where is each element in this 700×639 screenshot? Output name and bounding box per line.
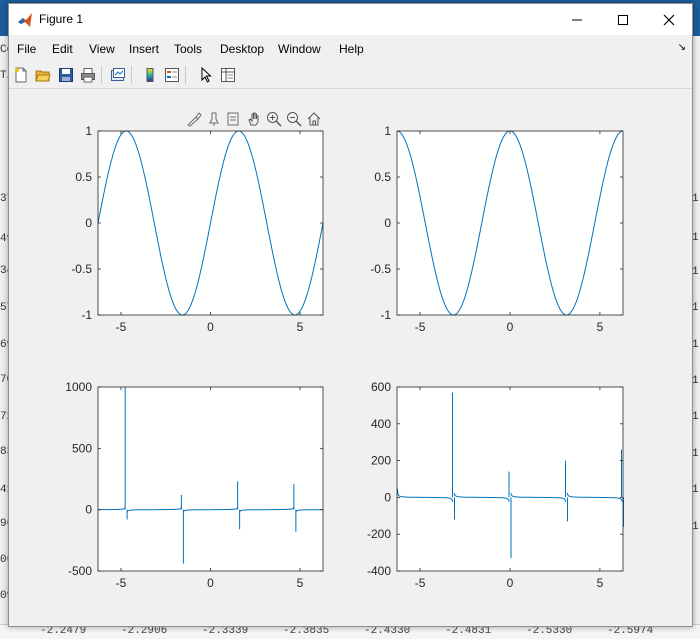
y-tick-label: 1	[85, 124, 92, 138]
y-tick-label: -0.5	[370, 262, 391, 276]
y-tick-label: 0	[384, 490, 391, 504]
printer-icon	[81, 68, 95, 83]
minimize-icon	[572, 19, 582, 20]
x-tick-label: -5	[116, 576, 127, 590]
open-file-button[interactable]	[33, 65, 53, 85]
link-plot-button[interactable]	[108, 65, 128, 85]
property-inspector-icon	[221, 68, 235, 82]
y-tick-label: 600	[371, 380, 391, 394]
x-tick-label: 0	[507, 576, 514, 590]
x-tick-label: -5	[116, 320, 127, 334]
y-tick-label: -1	[81, 308, 92, 322]
y-tick-label: 1000	[65, 380, 92, 394]
toolbar-separator	[131, 66, 132, 84]
save-button[interactable]	[56, 65, 76, 85]
property-inspector-button[interactable]	[218, 65, 238, 85]
toolbar-separator	[185, 66, 186, 84]
open-folder-icon	[35, 70, 51, 82]
print-button[interactable]	[78, 65, 98, 85]
x-tick-label: -5	[415, 320, 426, 334]
close-button[interactable]	[646, 4, 692, 35]
menu-window[interactable]: Window	[278, 42, 321, 56]
x-tick-label: 5	[297, 576, 304, 590]
x-tick-label: 0	[207, 576, 214, 590]
menu-insert[interactable]: Insert	[129, 42, 159, 56]
link-plot-icon	[111, 68, 125, 81]
insert-legend-button[interactable]	[162, 65, 182, 85]
y-tick-label: 0	[85, 216, 92, 230]
y-tick-label: -500	[68, 564, 92, 578]
axes-background	[98, 387, 323, 571]
figure-toolbar	[9, 62, 692, 89]
x-tick-label: 5	[597, 320, 604, 334]
y-tick-label: 0.5	[75, 170, 92, 184]
menu-bar: File Edit View Insert Tools Desktop Wind…	[9, 38, 692, 60]
save-disk-icon	[59, 68, 73, 82]
legend-icon	[165, 68, 179, 82]
figure-canvas: -5 0 5 -1 -0.5 0 0.5 1 -5 0 5 -1 -0.5 0 0.5 1 -5 0 5 -500 0 5…	[9, 90, 692, 626]
axes-background	[397, 387, 623, 571]
y-tick-label: -200	[367, 527, 391, 541]
y-tick-label: -0.5	[71, 262, 92, 276]
new-figure-button[interactable]	[11, 65, 31, 85]
minimize-button[interactable]	[554, 4, 600, 35]
y-tick-label: -400	[367, 564, 391, 578]
menu-desktop[interactable]: Desktop	[220, 42, 264, 56]
y-tick-label: 200	[371, 454, 391, 468]
y-tick-label: 1	[384, 124, 391, 138]
x-tick-label: 5	[597, 576, 604, 590]
x-tick-label: -5	[415, 576, 426, 590]
y-tick-label: -1	[380, 308, 391, 322]
toolbar-separator	[101, 66, 102, 84]
maximize-button[interactable]	[600, 4, 646, 35]
title-bar[interactable]: Figure 1	[9, 4, 692, 35]
window-title: Figure 1	[39, 12, 84, 26]
y-tick-label: 0.5	[374, 170, 391, 184]
colorbar-icon	[146, 68, 154, 82]
x-tick-label: 5	[297, 320, 304, 334]
maximize-icon	[618, 14, 628, 25]
plot-area: -5 0 5-1-0.500.51-5 0 5-1-0.500.51-5 0 5-50005…	[65, 124, 624, 590]
edit-plot-button[interactable]	[196, 65, 216, 85]
close-icon	[663, 14, 675, 25]
figure-window: Figure 1 File Edit View Insert Tools Des…	[8, 3, 693, 627]
menu-help[interactable]: Help	[339, 42, 364, 56]
menu-tools[interactable]: Tools	[174, 42, 202, 56]
arrow-pointer-icon	[201, 67, 212, 83]
y-tick-label: 400	[371, 417, 391, 431]
matlab-logo-icon	[18, 13, 32, 27]
new-file-icon	[15, 67, 27, 83]
y-tick-label: 500	[72, 441, 92, 455]
insert-colorbar-button[interactable]	[140, 65, 160, 85]
y-tick-label: 0	[85, 503, 92, 517]
axes-background	[397, 131, 623, 315]
menu-edit[interactable]: Edit	[52, 42, 73, 56]
dock-figure-icon[interactable]: ↘	[678, 42, 686, 53]
menu-view[interactable]: View	[89, 42, 115, 56]
y-tick-label: 0	[384, 216, 391, 230]
x-tick-label: 0	[507, 320, 514, 334]
menu-file[interactable]: File	[17, 42, 36, 56]
x-tick-label: 0	[207, 320, 214, 334]
